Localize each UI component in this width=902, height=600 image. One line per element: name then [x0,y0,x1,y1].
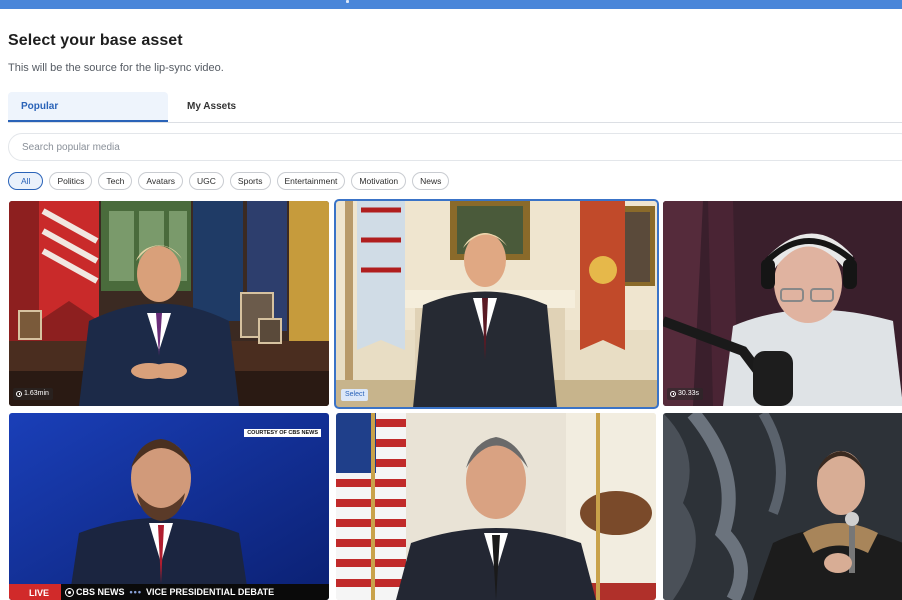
media-tile-6[interactable] [663,413,902,600]
search-field[interactable] [8,133,902,161]
cbs-eye-icon [65,587,74,597]
select-button[interactable]: Select [341,389,369,401]
filter-chip-tech[interactable]: Tech [98,172,133,190]
tab-popular[interactable]: Popular [8,92,168,122]
media-thumbnail [335,200,658,408]
separator-dots: ••• [129,587,142,597]
filter-chip-sports[interactable]: Sports [229,172,271,190]
media-thumbnail [336,413,656,600]
duration-text: 1.63min [24,390,49,397]
duration-badge: 1.63min [13,388,53,400]
tab-my-assets[interactable]: My Assets [174,92,334,122]
source-tabs: Popular My Assets [8,92,902,123]
clock-icon [16,391,22,397]
network-name: CBS NEWS [76,587,125,597]
page-title: Select your base asset [8,32,183,49]
media-tile-2[interactable]: Select [334,199,659,409]
page-subtitle: This will be the source for the lip-sync… [8,62,224,74]
media-thumbnail [663,413,902,600]
filter-chip-ugc[interactable]: UGC [189,172,224,190]
media-thumbnail [9,201,329,406]
filter-chip-news[interactable]: News [412,172,450,190]
clock-icon [670,391,676,397]
top-bar-mark [346,0,349,3]
filter-chip-all[interactable]: All [8,172,44,190]
media-thumbnail [9,413,329,600]
media-tile-3[interactable]: 30.33s [663,201,902,406]
duration-text: 30.33s [678,390,700,397]
courtesy-label: COURTESY OF CBS NEWS [244,429,321,437]
filter-chip-motivation[interactable]: Motivation [351,172,407,190]
media-tile-1[interactable]: 1.63min [9,201,329,406]
live-label: LIVE [29,588,50,598]
media-thumbnail [663,201,902,406]
lower-third-title: VICE PRESIDENTIAL DEBATE [145,587,275,597]
search-input[interactable] [9,134,902,160]
media-tile-5[interactable] [336,413,656,600]
app-top-bar [0,0,902,9]
filter-chip-politics[interactable]: Politics [49,172,93,190]
filter-chips: All Politics Tech Avatars UGC Sports Ent… [8,172,450,190]
media-tile-4[interactable]: COURTESY OF CBS NEWS LIVE CBS NEWS ••• V… [9,413,329,600]
filter-chip-entertainment[interactable]: Entertainment [276,172,346,190]
duration-badge: 30.33s [667,388,704,400]
network-label: CBS NEWS ••• VICE PRESIDENTIAL DEBATE [65,587,274,597]
filter-chip-avatars[interactable]: Avatars [138,172,184,190]
